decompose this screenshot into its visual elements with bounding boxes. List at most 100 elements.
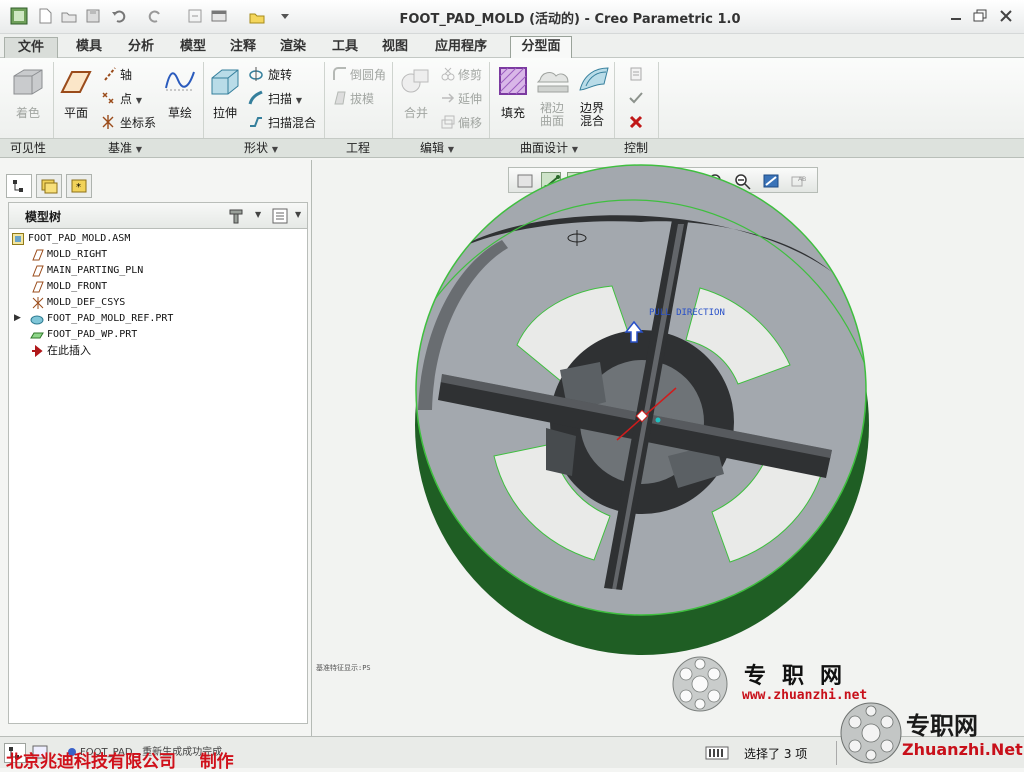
group-shapes-dropdown-icon[interactable]: ▼ <box>272 145 278 154</box>
revolve-icon[interactable] <box>248 66 264 85</box>
mold-model[interactable]: PULL DIRECTION 基准特征显示:PS <box>312 160 1024 736</box>
draft-icon[interactable] <box>332 90 348 109</box>
ok-check-icon[interactable] <box>628 90 644 109</box>
merge-icon[interactable] <box>400 66 432 99</box>
windows-icon[interactable] <box>210 7 228 25</box>
group-datum-dropdown-icon[interactable]: ▼ <box>136 145 142 154</box>
datum-plane-icon <box>32 265 44 277</box>
tree-item-mold-front[interactable]: MOLD_FRONT <box>47 279 107 295</box>
tree-item-foot-pad-wp[interactable]: FOOT_PAD_WP.PRT <box>47 327 137 343</box>
pull-direction-label: PULL DIRECTION <box>649 308 725 318</box>
coordinate-system-icon[interactable] <box>100 114 116 133</box>
group-editing[interactable]: 编辑 ▼ <box>420 140 454 157</box>
tree-columns-icon[interactable] <box>271 207 289 228</box>
group-datum[interactable]: 基准 ▼ <box>108 140 142 157</box>
fill-icon[interactable] <box>498 66 528 99</box>
creo-app-icon[interactable] <box>10 7 28 25</box>
sweep-icon[interactable] <box>248 90 264 109</box>
tab-model[interactable]: 模型 <box>170 37 216 58</box>
selection-filter-icon[interactable] <box>704 743 730 763</box>
axis-icon[interactable] <box>102 66 118 85</box>
tree-item-insert-here[interactable]: 在此插入 <box>47 343 91 359</box>
axis-label[interactable]: 轴 <box>120 66 132 83</box>
undo-icon[interactable] <box>110 7 128 25</box>
boundary-blend-icon[interactable] <box>576 64 610 99</box>
round-label[interactable]: 倒圆角 <box>350 66 386 83</box>
favorites-tab-icon[interactable]: * <box>66 174 92 198</box>
trim-label[interactable]: 修剪 <box>458 66 482 83</box>
swept-blend-icon[interactable] <box>248 114 264 133</box>
point-dropdown-icon[interactable]: ▼ <box>136 96 142 105</box>
extend-label[interactable]: 延伸 <box>458 90 482 107</box>
revolve-label[interactable]: 旋转 <box>268 66 292 83</box>
tab-parting-surface[interactable]: 分型面 <box>510 36 572 59</box>
fill-label[interactable]: 填充 <box>494 104 532 121</box>
point-label[interactable]: 点 ▼ <box>120 90 142 107</box>
tree-item-foot-pad-mold-ref[interactable]: FOOT_PAD_MOLD_REF.PRT <box>47 311 173 327</box>
group-surface-design[interactable]: 曲面设计 ▼ <box>520 140 578 157</box>
extrude-label[interactable]: 拉伸 <box>204 104 246 121</box>
tab-tools[interactable]: 工具 <box>322 37 368 58</box>
regenerate-icon[interactable] <box>186 7 204 25</box>
extend-icon[interactable] <box>440 90 456 109</box>
tree-settings-icon[interactable] <box>227 207 247 228</box>
sketch-icon[interactable] <box>164 66 196 97</box>
tab-applications[interactable]: 应用程序 <box>424 37 498 58</box>
close-icon[interactable] <box>998 9 1014 23</box>
tree-item-mold-right[interactable]: MOLD_RIGHT <box>47 247 107 263</box>
tree-item-mold-def-csys[interactable]: MOLD_DEF_CSYS <box>47 295 125 311</box>
minimize-icon[interactable] <box>948 9 964 23</box>
csys-label[interactable]: 坐标系 <box>120 114 156 131</box>
skirt-surface-label[interactable]: 裙边 曲面 <box>536 102 568 128</box>
tree-columns-dropdown-icon[interactable]: ▼ <box>295 210 301 219</box>
tab-annotate[interactable]: 注释 <box>220 37 266 58</box>
model-tree-tab-icon[interactable] <box>6 174 32 198</box>
boundary-blend-label[interactable]: 边界 混合 <box>576 102 608 128</box>
group-visibility: 可见性 <box>10 141 47 155</box>
customize-toolbar-icon[interactable] <box>276 7 294 25</box>
tab-view[interactable]: 视图 <box>372 37 418 58</box>
tab-file[interactable]: 文件 <box>4 37 58 58</box>
offset-label[interactable]: 偏移 <box>458 114 482 131</box>
close-window-icon[interactable] <box>248 7 266 25</box>
skirt-surface-icon[interactable] <box>534 66 570 99</box>
trim-icon[interactable] <box>440 66 456 85</box>
draft-label[interactable]: 拔模 <box>350 90 374 107</box>
sketch-label[interactable]: 草绘 <box>160 104 200 121</box>
ribbon-panel: 着色 平面 轴 点 ▼ 坐标系 草绘 拉伸 旋转 扫描 ▼ 扫描混合 倒圆角 拔… <box>0 58 1024 138</box>
group-shapes[interactable]: 形状 ▼ <box>244 140 278 157</box>
save-icon[interactable] <box>84 7 102 25</box>
ribbon-group-labels: 可见性 基准 ▼ 形状 ▼ 工程 编辑 ▼ 曲面设计 ▼ 控制 <box>0 138 1024 158</box>
svg-text:*: * <box>76 182 81 193</box>
swept-blend-label[interactable]: 扫描混合 <box>268 114 316 131</box>
offset-icon[interactable] <box>440 114 456 133</box>
expand-arrow-icon[interactable]: ▶ <box>14 313 21 323</box>
properties-icon[interactable] <box>628 66 644 85</box>
folder-browser-tab-icon[interactable] <box>36 174 62 198</box>
new-file-icon[interactable] <box>36 7 54 25</box>
tree-item-main-parting-pln[interactable]: MAIN_PARTING_PLN <box>47 263 143 279</box>
shade-icon[interactable] <box>10 66 46 101</box>
datum-plane-icon[interactable] <box>60 68 92 99</box>
plane-label[interactable]: 平面 <box>56 104 96 121</box>
group-surface-design-dropdown-icon[interactable]: ▼ <box>572 145 578 154</box>
point-text: 点 <box>120 92 133 106</box>
tree-item-assembly[interactable]: FOOT_PAD_MOLD.ASM <box>28 231 130 247</box>
tab-render[interactable]: 渲染 <box>270 37 316 58</box>
extrude-icon[interactable] <box>208 66 242 101</box>
open-folder-icon[interactable] <box>60 7 78 25</box>
round-icon[interactable] <box>332 66 348 85</box>
sweep-dropdown-icon[interactable]: ▼ <box>296 96 302 105</box>
group-editing-dropdown-icon[interactable]: ▼ <box>448 145 454 154</box>
cancel-x-icon[interactable] <box>628 114 644 133</box>
tree-settings-dropdown-icon[interactable]: ▼ <box>255 210 261 219</box>
watermark-site-url-2: Zhuanzhi.Net <box>902 740 1023 759</box>
point-icon[interactable] <box>100 90 116 109</box>
restore-icon[interactable] <box>972 9 988 23</box>
watermark-globe-icon <box>672 656 728 712</box>
tab-mold[interactable]: 模具 <box>66 37 112 58</box>
merge-label[interactable]: 合并 <box>396 104 436 121</box>
sweep-label[interactable]: 扫描 ▼ <box>268 90 302 107</box>
tab-analysis[interactable]: 分析 <box>118 37 164 58</box>
redo-icon[interactable] <box>146 7 164 25</box>
